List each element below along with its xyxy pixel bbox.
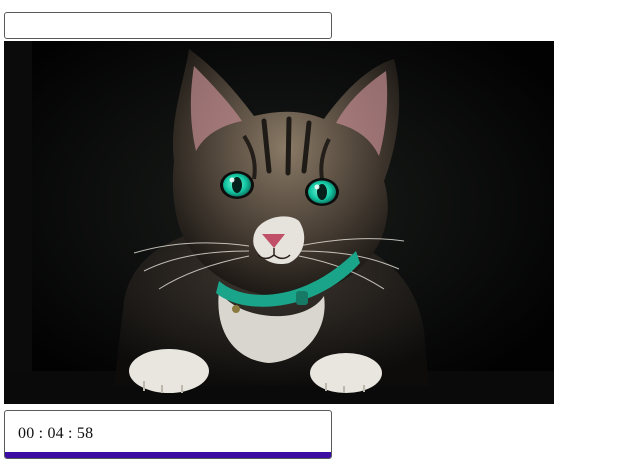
cat-photo <box>4 41 554 404</box>
timer-progress-bar <box>5 452 331 458</box>
top-text-box[interactable] <box>4 12 332 39</box>
timer-box: 00 : 04 : 58 <box>4 410 332 459</box>
cat-illustration <box>4 41 554 404</box>
timer-progress-fill <box>5 452 331 458</box>
countdown-timer: 00 : 04 : 58 <box>18 425 94 442</box>
